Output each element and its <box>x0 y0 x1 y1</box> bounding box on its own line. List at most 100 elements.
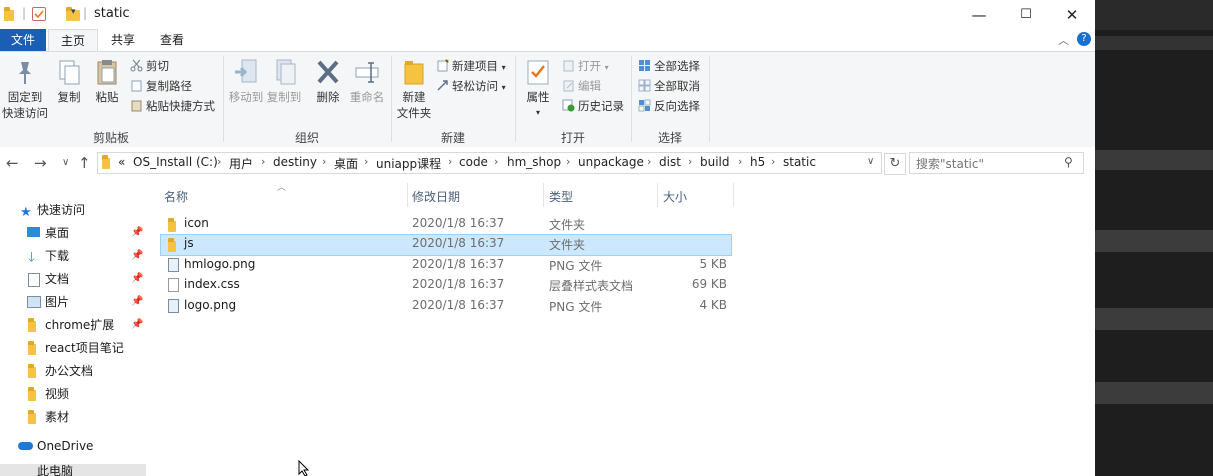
breadcrumb-static[interactable]: static <box>783 155 816 169</box>
nav-onedrive[interactable]: OneDrive <box>0 435 146 457</box>
rename-button[interactable]: 重命名 <box>348 58 386 105</box>
nav-item-materials[interactable]: 素材 <box>0 406 146 428</box>
nav-item-pictures[interactable]: 图片 📌 <box>0 291 146 313</box>
invert-selection-button[interactable]: 反向选择 <box>638 97 700 115</box>
recent-locations-icon[interactable]: ∨ <box>62 157 69 168</box>
maximize-button[interactable]: ☐ <box>1003 0 1049 29</box>
select-none-button[interactable]: 全部取消 <box>638 77 700 95</box>
pin-icon[interactable]: 📌 <box>131 268 143 290</box>
column-header-size[interactable]: 大小 <box>663 188 687 205</box>
column-header-name[interactable]: 名称 <box>164 188 188 205</box>
nav-quick-access[interactable]: ★ 快速访问 <box>0 199 146 221</box>
tab-home[interactable]: 主页 <box>48 29 98 53</box>
help-icon[interactable]: ? <box>1077 32 1091 46</box>
address-dropdown-icon[interactable]: ∨ <box>867 156 874 167</box>
nav-item-downloads[interactable]: 🡓 下载 📌 <box>0 245 146 267</box>
delete-button[interactable]: 删除 <box>313 58 343 105</box>
table-row[interactable]: js 2020/1/8 16:37 文件夹 <box>160 234 732 256</box>
paste-button[interactable]: 粘贴 <box>90 58 124 105</box>
rename-icon <box>354 58 380 86</box>
forward-icon[interactable]: → <box>34 154 47 172</box>
qat-dropdown-icon[interactable]: ▾ <box>71 7 76 17</box>
column-header-date[interactable]: 修改日期 <box>412 188 460 205</box>
folder-icon <box>28 341 36 355</box>
group-label-clipboard: 剪贴板 <box>92 131 129 145</box>
pin-quick-access-button[interactable]: 固定到 快速访问 <box>2 58 48 121</box>
navigation-pane: ★ 快速访问 桌面 📌 🡓 下载 📌 文档 📌 图片 📌 chrome扩展 📌 … <box>0 180 146 476</box>
breadcrumb-build[interactable]: build <box>700 155 730 169</box>
minimize-button[interactable]: — <box>956 0 1002 29</box>
nav-item-videos[interactable]: 视频 <box>0 383 146 405</box>
pin-icon[interactable]: 📌 <box>131 245 143 267</box>
file-name: logo.png <box>184 298 237 312</box>
properties-qat-icon[interactable] <box>32 7 46 21</box>
up-icon[interactable]: ↑ <box>78 154 91 172</box>
nav-this-pc[interactable]: 此电脑 <box>0 464 146 476</box>
open-button[interactable]: 打开 ▾ <box>562 57 609 75</box>
download-icon: 🡓 <box>28 250 35 265</box>
nav-item-desktop[interactable]: 桌面 📌 <box>0 222 146 244</box>
copy-to-button[interactable]: 复制到 <box>266 58 302 105</box>
folder-icon <box>168 218 176 232</box>
address-bar[interactable]: « OS_Install (C:) › 用户 › destiny › 桌面 › … <box>97 152 882 174</box>
tab-share[interactable]: 共享 <box>100 29 146 51</box>
new-folder-button[interactable]: 新建 文件夹 <box>396 58 432 121</box>
file-type: 文件夹 <box>549 218 586 232</box>
breadcrumb-uniapp[interactable]: uniapp课程 <box>376 155 441 172</box>
collapse-ribbon-icon[interactable]: ︿ <box>1058 32 1069 48</box>
breadcrumb-hm-shop[interactable]: hm_shop <box>507 155 561 169</box>
invert-selection-icon <box>638 99 651 112</box>
search-input[interactable] <box>914 155 1058 172</box>
search-icon[interactable]: ⚲ <box>1064 155 1073 169</box>
nav-item-documents[interactable]: 文档 📌 <box>0 268 146 290</box>
copy-icon <box>56 58 82 86</box>
new-item-button[interactable]: 新建项目 ▾ <box>436 57 506 75</box>
edit-button[interactable]: 编辑 <box>562 77 601 95</box>
file-name: icon <box>184 216 209 230</box>
breadcrumb-os-install[interactable]: OS_Install (C:) <box>133 155 218 169</box>
folder-icon <box>28 318 36 332</box>
copy-button[interactable]: 复制 <box>52 58 86 105</box>
table-row[interactable]: index.css 2020/1/8 16:37 层叠样式表文档 69 KB <box>160 275 730 295</box>
easy-access-button[interactable]: 轻松访问 ▾ <box>436 77 506 95</box>
move-to-button[interactable]: 移动到 <box>228 58 264 105</box>
chevron-down-icon: ▾ <box>535 108 540 117</box>
folder-icon <box>4 7 14 21</box>
breadcrumb-desktop[interactable]: 桌面 <box>334 155 358 172</box>
table-row[interactable]: icon 2020/1/8 16:37 文件夹 <box>160 214 730 234</box>
pin-icon[interactable]: 📌 <box>131 314 143 336</box>
close-button[interactable]: ✕ <box>1049 0 1095 29</box>
cut-button[interactable]: 剪切 <box>130 57 169 75</box>
breadcrumb-destiny[interactable]: destiny <box>273 155 317 169</box>
column-divider[interactable] <box>407 183 408 207</box>
breadcrumb-code[interactable]: code <box>459 155 488 169</box>
breadcrumb-unpackage[interactable]: unpackage <box>578 155 644 169</box>
column-header-type[interactable]: 类型 <box>549 188 573 205</box>
group-label-open: 打开 <box>560 131 585 145</box>
select-all-button[interactable]: 全部选择 <box>638 57 700 75</box>
properties-button[interactable]: 属性 ▾ <box>522 58 554 121</box>
nav-item-chrome-ext[interactable]: chrome扩展 📌 <box>0 314 146 336</box>
column-divider[interactable] <box>733 183 734 207</box>
history-button[interactable]: 历史记录 <box>562 97 624 115</box>
nav-item-office-docs[interactable]: 办公文档 <box>0 360 146 382</box>
tab-view[interactable]: 查看 <box>148 29 196 51</box>
nav-item-react-notes[interactable]: react项目笔记 <box>0 337 146 359</box>
tab-file[interactable]: 文件 <box>0 29 46 51</box>
column-divider[interactable] <box>657 183 658 207</box>
breadcrumb-users[interactable]: 用户 <box>229 155 253 172</box>
table-row[interactable]: logo.png 2020/1/8 16:37 PNG 文件 4 KB <box>160 296 730 316</box>
breadcrumb-dist[interactable]: dist <box>659 155 681 169</box>
search-box[interactable]: ⚲ <box>909 152 1084 174</box>
scissors-icon <box>130 59 143 72</box>
pin-icon[interactable]: 📌 <box>131 222 143 244</box>
copy-path-button[interactable]: 复制路径 <box>130 77 192 95</box>
pin-icon[interactable]: 📌 <box>131 291 143 313</box>
folder-icon <box>102 155 110 169</box>
refresh-icon[interactable]: ↻ <box>884 153 906 175</box>
paste-shortcut-button[interactable]: 粘贴快捷方式 <box>130 97 215 115</box>
back-icon[interactable]: ← <box>6 154 19 172</box>
column-divider[interactable] <box>543 183 544 207</box>
breadcrumb-h5[interactable]: h5 <box>750 155 765 169</box>
table-row[interactable]: hmlogo.png 2020/1/8 16:37 PNG 文件 5 KB <box>160 255 730 275</box>
